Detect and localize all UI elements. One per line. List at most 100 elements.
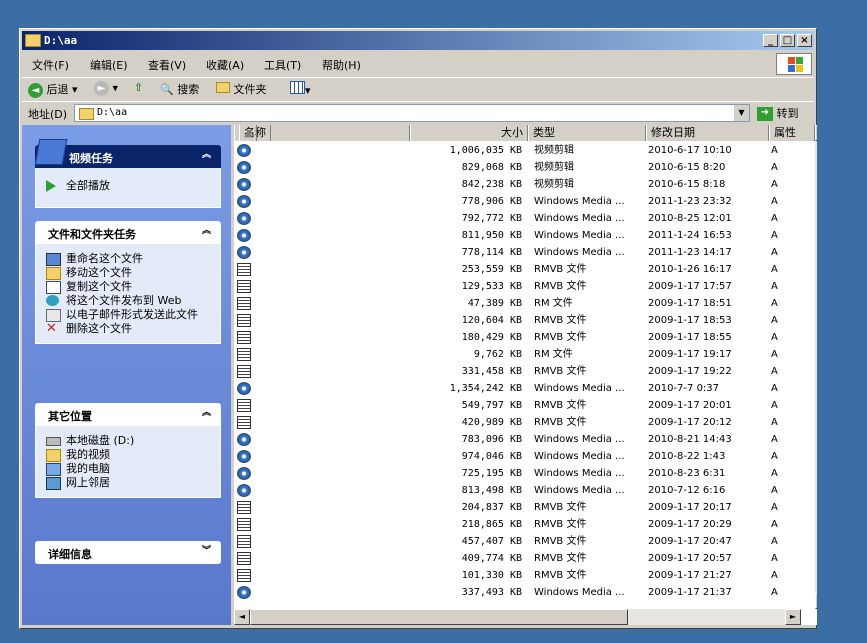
copy-file-link[interactable]: 复制这个文件 bbox=[44, 281, 212, 294]
column-attr[interactable]: 属性 bbox=[769, 125, 815, 141]
table-row[interactable]: w4.wmv778,114 KBWindows Media ...2011-1-… bbox=[234, 244, 814, 261]
menu-favorites[interactable]: 收藏(A) bbox=[206, 57, 244, 73]
column-type[interactable]: 类型 bbox=[528, 125, 646, 141]
go-button[interactable]: ➜ 转到 bbox=[757, 105, 799, 121]
file-type: Windows Media ... bbox=[534, 468, 625, 479]
table-row[interactable]: 魅惑の巨乳スィーツ 美乳...120,604 KBRMVB 文件2009-1-1… bbox=[234, 312, 814, 329]
collapse-chevron-icon[interactable]: ︽ bbox=[200, 225, 213, 238]
rename-file-link[interactable]: 重命名这个文件 bbox=[44, 253, 212, 266]
menu-view[interactable]: 查看(V) bbox=[148, 57, 186, 73]
file-size: 1,354,242 KB bbox=[449, 383, 522, 394]
network-places-link[interactable]: 网上邻居 bbox=[44, 477, 212, 490]
table-row[interactable]: w3.wmv811,950 KBWindows Media ...2011-1-… bbox=[234, 227, 814, 244]
my-computer-link[interactable]: 我的电脑 bbox=[44, 463, 212, 476]
move-icon bbox=[46, 267, 61, 280]
table-row[interactable]: w2.wmv792,772 KBWindows Media ...2010-8-… bbox=[234, 210, 814, 227]
menu-edit[interactable]: 编辑(E) bbox=[90, 57, 128, 73]
file-size: 129,533 KB bbox=[461, 281, 522, 292]
table-row[interactable]: 小向杏奈 - 巨乳濡濕人妻...457,407 KBRMVB 文件2009-1-… bbox=[234, 533, 814, 550]
table-row[interactable]: 無碼-巨乳-紋舞蘭-女忍者...218,865 KBRMVB 文件2009-1-… bbox=[234, 516, 814, 533]
scroll-up-button[interactable]: ▲ bbox=[815, 125, 817, 141]
scroll-down-button[interactable]: ▼ bbox=[815, 593, 817, 609]
local-disk-link[interactable]: 本地磁盘 (D:) bbox=[44, 435, 212, 446]
table-row[interactable]: 美竹涼子 引退作 清晰.rm47,389 KBRM 文件2009-1-17 18… bbox=[234, 295, 814, 312]
rmvb-file-icon bbox=[237, 263, 251, 276]
scroll-right-button[interactable]: ► bbox=[785, 609, 801, 625]
horizontal-scroll-thumb[interactable] bbox=[250, 609, 628, 625]
rmvb-file-icon bbox=[237, 416, 251, 429]
file-type: RMVB 文件 bbox=[534, 502, 587, 513]
back-button[interactable]: ◄ 后退 ▾ bbox=[28, 81, 78, 98]
file-tasks-header[interactable]: 文件和文件夹任务 ︽ bbox=[35, 221, 221, 244]
table-row[interactable]: 秘技傳授( 潮吹之入門中...180,429 KBRMVB 文件2009-1-1… bbox=[234, 329, 814, 346]
close-button[interactable]: × bbox=[797, 34, 812, 47]
table-row[interactable]: 39.avi1,006,035 KB视频剪辑2010-6-17 10:10A bbox=[234, 142, 814, 159]
table-row[interactable]: 水嫩尤物愛田由 共同生活...420,989 KBRMVB 文件2009-1-1… bbox=[234, 414, 814, 431]
video-tasks-header[interactable]: 视频任务 ︽ bbox=[34, 139, 221, 168]
file-modified: 2009-1-17 19:22 bbox=[648, 366, 732, 377]
address-dropdown-button[interactable]: ▼ bbox=[733, 105, 749, 121]
table-row[interactable]: 石橋渉的素人搭訕 5位以...549,797 KBRMVB 文件2009-1-1… bbox=[234, 397, 814, 414]
table-row[interactable]: 40.avi829,068 KB视频剪辑2010-6-15 8:20A bbox=[234, 159, 814, 176]
menu-tools[interactable]: 工具(T) bbox=[264, 57, 301, 73]
file-modified: 2011-1-24 16:53 bbox=[648, 230, 732, 241]
scroll-left-button[interactable]: ◄ bbox=[234, 609, 250, 625]
table-row[interactable]: 上品人妻.wmv1,354,242 KBWindows Media ...201… bbox=[234, 380, 814, 397]
menu-file[interactable]: 文件(F) bbox=[32, 57, 69, 73]
table-row[interactable]: 日本頂級辣妹廁所強暴內...331,458 KBRMVB 文件2009-1-17… bbox=[234, 363, 814, 380]
details-header[interactable]: 详细信息 ︾ bbox=[35, 541, 221, 564]
file-attr: A bbox=[771, 281, 778, 292]
table-row[interactable]: w1.wmv778,906 KBWindows Media ...2011-1-… bbox=[234, 193, 814, 210]
table-row[interactable]: 招妓完全实拍.rmvb101,330 KBRMVB 文件2009-1-17 21… bbox=[234, 567, 814, 584]
maximize-button[interactable]: □ bbox=[780, 34, 795, 47]
table-row[interactable]: 天然素人 離家出走的美少...974,046 KBWindows Media .… bbox=[234, 448, 814, 465]
table-row[interactable]: 天然素人 身著西式睡衣生...813,498 KBWindows Media .… bbox=[234, 482, 814, 499]
views-button[interactable]: ▾ bbox=[290, 81, 311, 97]
table-row[interactable]: 天使般的巨乳素人遭蹂漢...204,837 KBRMVB 文件2009-1-17… bbox=[234, 499, 814, 516]
rmvb-file-icon bbox=[237, 399, 251, 412]
collapse-chevron-icon[interactable]: ︽ bbox=[200, 407, 213, 420]
title-bar[interactable]: D:\aa _ □ × bbox=[22, 31, 814, 50]
move-file-link[interactable]: 移动这个文件 bbox=[44, 267, 212, 280]
forward-button[interactable]: ► ▾ bbox=[94, 81, 118, 96]
table-row[interactable]: 超淫乱欲求不满人妻2人组...253,559 KBRMVB 文件2010-1-2… bbox=[234, 261, 814, 278]
windows-logo-icon bbox=[776, 53, 812, 75]
file-size: 829,068 KB bbox=[461, 162, 522, 173]
vertical-scrollbar[interactable]: ▲ ▼ bbox=[815, 125, 817, 609]
table-row[interactable]: 情-色-限"日本"晚上穿睡...9,762 KBRM 文件2009-1-17 1… bbox=[234, 346, 814, 363]
publish-web-link[interactable]: 将这个文件发布到 Web bbox=[44, 295, 212, 306]
file-size: 725,195 KB bbox=[461, 468, 522, 479]
column-modified[interactable]: 修改日期 bbox=[646, 125, 769, 141]
file-size: 409,774 KB bbox=[461, 553, 522, 564]
table-row[interactable]: 天然素人 對美女素人的陰...783,096 KBWindows Media .… bbox=[234, 431, 814, 448]
file-attr: A bbox=[771, 264, 778, 275]
table-row[interactable]: 真實強姦小處女.wmv337,493 KBWindows Media ...20… bbox=[234, 584, 814, 601]
column-name[interactable]: 名称 ▲ bbox=[234, 125, 410, 141]
file-attr: A bbox=[771, 383, 778, 394]
media-file-icon bbox=[237, 484, 251, 497]
search-button[interactable]: 🔍 搜索 bbox=[160, 81, 199, 97]
minimize-button[interactable]: _ bbox=[763, 34, 778, 47]
rmvb-file-icon bbox=[237, 569, 251, 582]
file-type: Windows Media ... bbox=[534, 451, 625, 462]
address-input[interactable]: D:\aa ▼ bbox=[74, 104, 750, 122]
table-row[interactable]: 極上美乳E罩杯- 塚本のぞ...129,533 KBRMVB 文件2009-1-… bbox=[234, 278, 814, 295]
my-videos-link[interactable]: 我的视频 bbox=[44, 449, 212, 462]
menu-help[interactable]: 帮助(H) bbox=[322, 57, 361, 73]
other-places-header[interactable]: 其它位置 ︽ bbox=[35, 403, 221, 426]
column-size[interactable]: 大小 bbox=[410, 125, 528, 141]
address-value: D:\aa bbox=[97, 107, 128, 118]
up-folder-button[interactable]: ⇧ bbox=[134, 81, 143, 94]
table-row[interactable]: 天然素人 裸體攝影濡濕的...725,195 KBWindows Media .… bbox=[234, 465, 814, 482]
play-all-link[interactable]: 全部播放 bbox=[44, 180, 212, 192]
file-size: 218,865 KB bbox=[461, 519, 522, 530]
horizontal-scrollbar[interactable]: ◄ ► bbox=[234, 609, 801, 625]
play-icon bbox=[46, 180, 56, 192]
folders-button[interactable]: 文件夹 bbox=[216, 81, 267, 97]
delete-file-link[interactable]: ✕ 删除这个文件 bbox=[44, 322, 212, 335]
table-row[interactable]: 小向杏奈-黑人 I罩杯巨乳...409,774 KBRMVB 文件2009-1-… bbox=[234, 550, 814, 567]
expand-chevron-icon[interactable]: ︾ bbox=[200, 545, 213, 558]
email-file-link[interactable]: 以电子邮件形式发送此文件 bbox=[44, 309, 212, 322]
table-row[interactable]: 41.avi842,238 KB视频剪辑2010-6-15 8:18A bbox=[234, 176, 814, 193]
collapse-chevron-icon[interactable]: ︽ bbox=[200, 149, 213, 162]
